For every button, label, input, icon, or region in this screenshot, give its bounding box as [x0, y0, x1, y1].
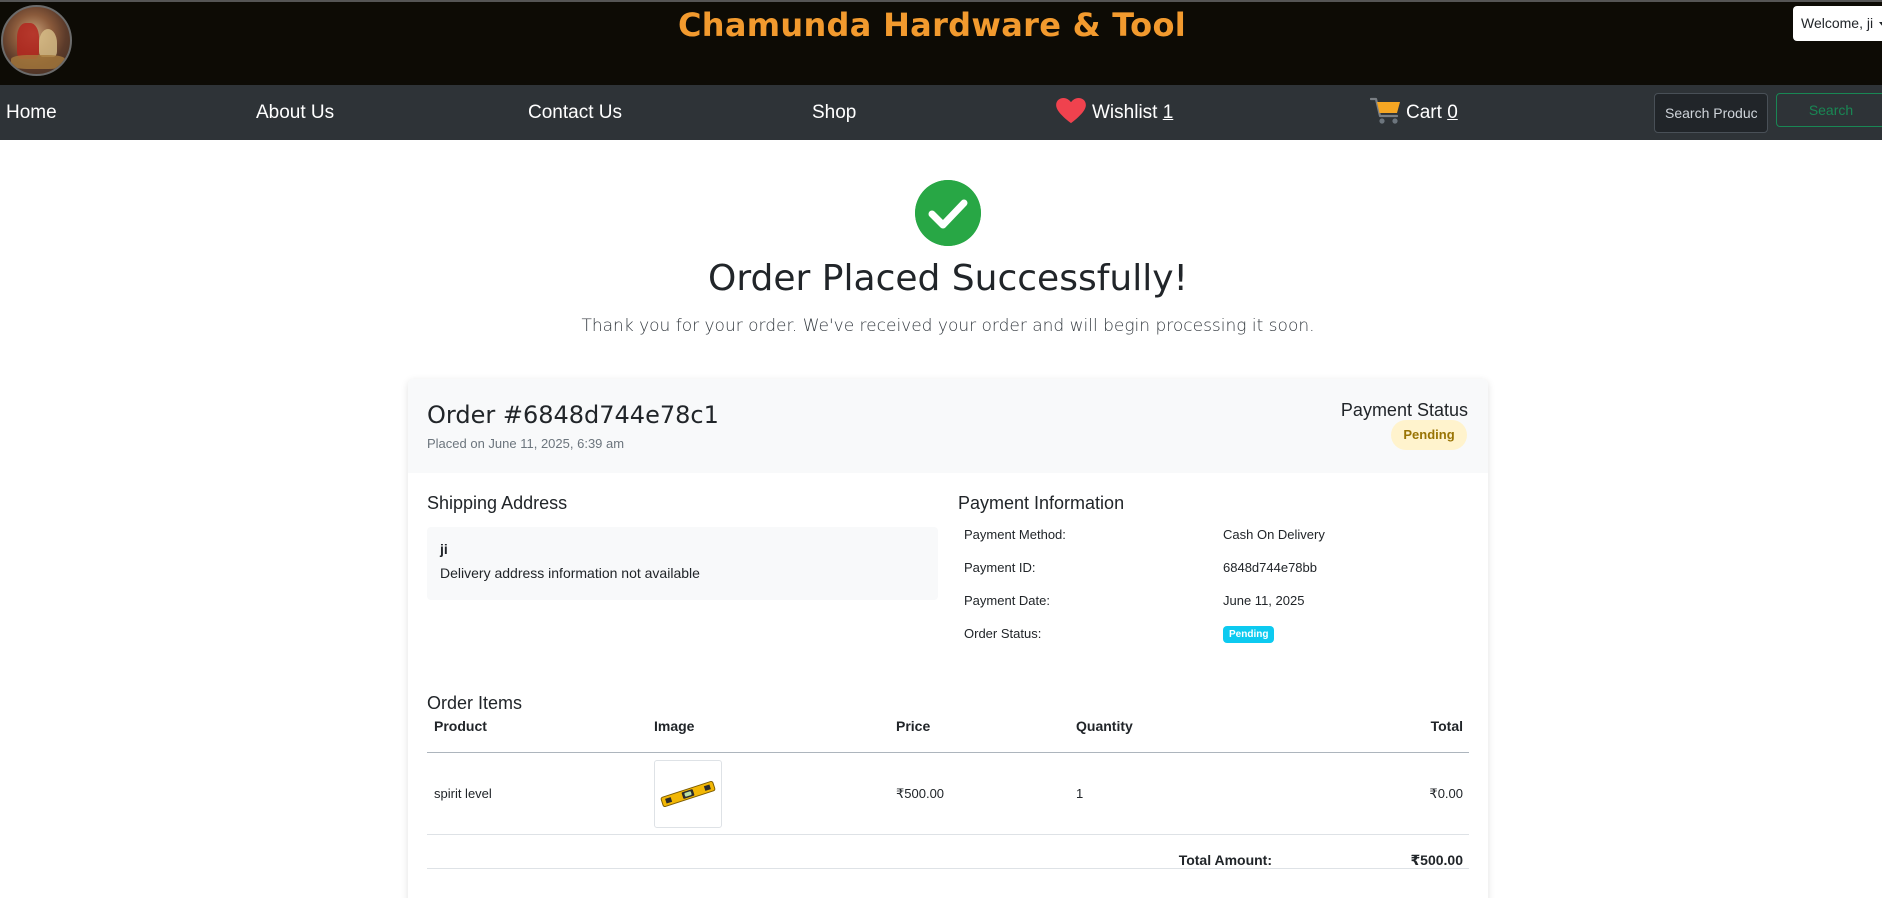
welcome-label: Welcome, ji	[1801, 15, 1874, 31]
user-menu-dropdown[interactable]: Welcome, ji	[1793, 6, 1882, 41]
order-card: Order #6848d744e78c1 Placed on June 11, …	[408, 379, 1488, 898]
item-quantity: 1	[1076, 786, 1084, 801]
nav-cart-link[interactable]: Cart 0	[1370, 85, 1458, 140]
payment-status-badge: Pending	[1391, 420, 1467, 450]
shipping-name: ji	[440, 541, 448, 557]
payment-method-row: Payment Method: Cash On Delivery	[964, 527, 1484, 560]
cart-count: 0	[1447, 102, 1458, 123]
success-title: Order Placed Successfully!	[708, 258, 1188, 299]
success-message: Thank you for your order. We've received…	[581, 316, 1315, 336]
nav-wishlist-link[interactable]: Wishlist 1	[1056, 85, 1173, 140]
order-status-badge: Pending	[1223, 626, 1275, 643]
payment-date-label: Payment Date:	[964, 593, 1050, 608]
spirit-level-image[interactable]	[654, 760, 722, 828]
order-placed-date: Placed on June 11, 2025, 6:39 am	[427, 436, 625, 451]
item-price: ₹500.00	[896, 786, 945, 801]
order-number: Order #6848d744e78c1	[427, 401, 719, 429]
total-amount-label: Total Amount:	[1178, 852, 1272, 868]
col-header-quantity: Quantity	[1076, 718, 1133, 734]
check-circle-icon	[915, 180, 981, 246]
payment-date-value: June 11, 2025	[1223, 593, 1305, 608]
table-footer-divider	[427, 868, 1469, 869]
wishlist-label: Wishlist	[1092, 102, 1158, 123]
table-row-divider	[427, 834, 1469, 835]
item-product-name[interactable]: spirit level	[434, 786, 492, 801]
search-input[interactable]	[1654, 93, 1768, 133]
nav-about-link[interactable]: About Us	[256, 85, 334, 140]
cart-label: Cart	[1406, 102, 1442, 123]
item-total: ₹0.00	[1429, 786, 1463, 801]
order-card-header: Order #6848d744e78c1 Placed on June 11, …	[408, 379, 1488, 473]
order-status-label: Order Status:	[964, 626, 1042, 641]
total-amount-value: ₹500.00	[1410, 852, 1463, 868]
nav-shop-link[interactable]: Shop	[812, 85, 856, 140]
payment-date-row: Payment Date: June 11, 2025	[964, 593, 1484, 626]
col-header-image: Image	[654, 718, 695, 734]
nav-contact-link[interactable]: Contact Us	[528, 85, 622, 140]
main-nav: Home About Us Contact Us Shop Wishlist 1…	[0, 85, 1882, 140]
shipping-address-box: ji Delivery address information not avai…	[427, 527, 938, 600]
site-title: Chamunda Hardware & Tool	[677, 6, 1186, 44]
table-header-divider	[427, 752, 1469, 753]
wishlist-count: 1	[1162, 102, 1174, 123]
shipping-address-heading: Shipping Address	[427, 493, 568, 513]
heart-icon	[1056, 97, 1086, 124]
shipping-note: Delivery address information not availab…	[440, 565, 700, 581]
payment-method-label: Payment Method:	[964, 527, 1066, 542]
payment-id-row: Payment ID: 6848d744e78bb	[964, 560, 1484, 593]
payment-id-label: Payment ID:	[964, 560, 1036, 575]
payment-id-value: 6848d744e78bb	[1223, 560, 1317, 575]
search-button[interactable]: Search	[1776, 93, 1882, 127]
payment-info-heading: Payment Information	[958, 493, 1125, 513]
payment-status-label: Payment Status	[1340, 400, 1468, 420]
payment-method-value: Cash On Delivery	[1223, 527, 1325, 542]
order-status-row: Order Status: Pending	[964, 626, 1484, 659]
col-header-total: Total	[1430, 718, 1463, 734]
col-header-price: Price	[896, 718, 931, 734]
shopping-cart-icon	[1370, 97, 1400, 124]
nav-home-link[interactable]: Home	[6, 85, 57, 140]
order-items-heading: Order Items	[427, 693, 523, 713]
site-header: Chamunda Hardware & Tool Welcome, ji	[0, 0, 1882, 85]
col-header-product: Product	[434, 718, 487, 734]
